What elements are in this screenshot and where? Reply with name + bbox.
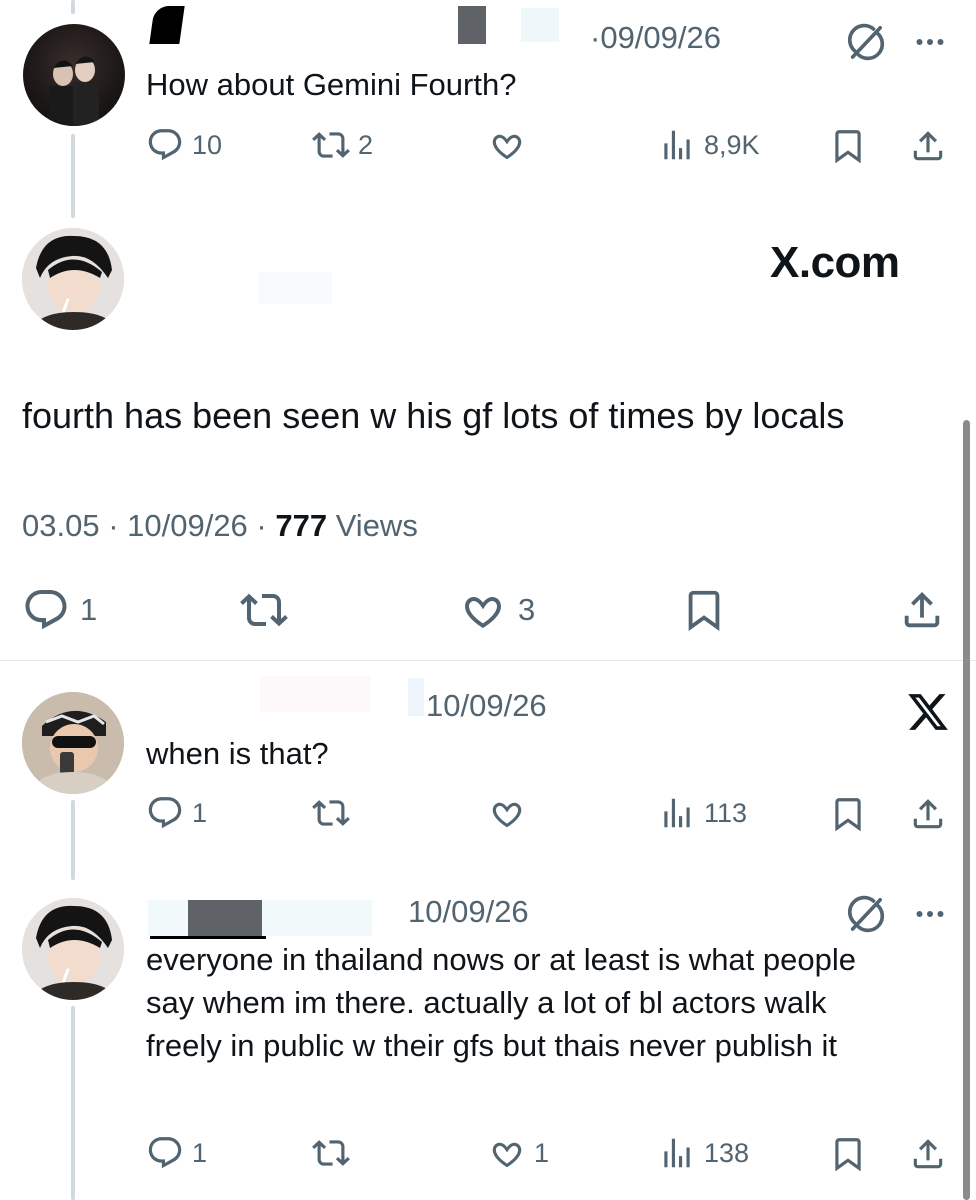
heart-icon [488, 1134, 526, 1172]
reply-icon [146, 126, 184, 164]
redacted-name-block [149, 6, 185, 44]
avatar[interactable] [23, 24, 125, 126]
retweet-button[interactable]: 2 [312, 126, 373, 164]
share-icon [909, 127, 947, 165]
reply-count: 10 [192, 129, 223, 160]
tweet-date[interactable]: 10/09/26 [426, 688, 547, 724]
retweet-button[interactable] [312, 794, 358, 832]
scrollbar[interactable] [963, 420, 970, 1200]
reply-button[interactable]: 1 [22, 586, 97, 634]
avatar[interactable] [22, 692, 124, 794]
grok-icon[interactable] [842, 890, 890, 938]
retweet-icon [312, 126, 350, 164]
heart-icon [488, 126, 526, 164]
retweet-icon [312, 1134, 350, 1172]
share-button[interactable] [906, 1132, 950, 1176]
views-button[interactable]: 113 [658, 794, 747, 832]
reply-count: 1 [80, 592, 98, 627]
redacted-faint-block [262, 900, 372, 936]
share-icon [909, 1135, 947, 1173]
redacted-name-block [258, 272, 332, 304]
retweet-button[interactable] [240, 586, 296, 634]
share-button[interactable] [906, 124, 950, 168]
avatar[interactable] [22, 228, 124, 330]
heart-icon [488, 794, 526, 832]
views-button[interactable]: 8,9K [658, 126, 760, 164]
more-icon[interactable] [908, 892, 952, 936]
views-count: 138 [704, 1137, 750, 1168]
grok-icon[interactable] [842, 18, 890, 66]
bookmark-icon [829, 1135, 867, 1173]
reply-button[interactable]: 1 [146, 1134, 207, 1172]
share-button[interactable] [896, 584, 948, 636]
reply-icon [146, 1134, 184, 1172]
divider [0, 660, 976, 661]
thread-line-top [71, 0, 75, 14]
tweet-date[interactable]: 10/09/26 [408, 894, 529, 930]
redacted-name-block [260, 676, 370, 712]
share-icon [899, 587, 945, 633]
tweet-meta: 03.05 · 10/09/26 · 777 Views [22, 508, 418, 544]
bookmark-button[interactable] [826, 1132, 870, 1176]
redacted-name-block [148, 900, 188, 936]
views-icon [658, 1134, 696, 1172]
redacted-handle-block [458, 6, 486, 44]
tweet-date[interactable]: ·09/09/26 [590, 20, 721, 56]
views-icon [658, 126, 696, 164]
retweet-count: 2 [358, 129, 374, 160]
tweet-text: fourth has been seen w his gf lots of ti… [22, 395, 845, 436]
reply-button[interactable]: 1 [146, 794, 207, 832]
retweet-button[interactable] [312, 1134, 358, 1172]
like-count: 1 [534, 1137, 550, 1168]
share-icon [909, 795, 947, 833]
tweet-text: everyone in thailand nows or at least is… [146, 942, 856, 1063]
bookmark-button[interactable] [826, 124, 870, 168]
reply-count: 1 [192, 797, 208, 828]
tweet-text: How about Gemini Fourth? [146, 67, 517, 102]
bookmark-icon [829, 127, 867, 165]
reply-button[interactable]: 10 [146, 126, 222, 164]
redacted-faint-block [521, 8, 559, 42]
retweet-icon [312, 794, 350, 832]
views-count: 113 [704, 797, 748, 828]
bookmark-button[interactable] [678, 584, 730, 636]
reply-icon [146, 794, 184, 832]
like-count: 3 [518, 592, 536, 627]
bookmark-button[interactable] [826, 792, 870, 836]
redacted-handle-block [188, 900, 262, 936]
like-button[interactable]: 3 [458, 586, 535, 634]
tweet-timestamp[interactable]: 03.05 · 10/09/26 · [22, 508, 275, 543]
thread-line-1 [71, 134, 75, 218]
share-button[interactable] [906, 792, 950, 836]
views-count: 8,9K [704, 129, 760, 160]
thread-line-3 [71, 800, 75, 880]
views-icon [658, 794, 696, 832]
watermark-x-com: X.com [770, 238, 900, 287]
reply-icon [22, 586, 70, 634]
like-button[interactable] [488, 794, 534, 832]
views-count: 777 [275, 508, 328, 543]
views-label: Views [327, 508, 418, 543]
more-icon[interactable] [908, 20, 952, 64]
like-button[interactable] [488, 126, 534, 164]
reply-count: 1 [192, 1137, 208, 1168]
heart-icon [458, 586, 508, 634]
bookmark-icon [829, 795, 867, 833]
views-button[interactable]: 138 [658, 1134, 749, 1172]
avatar[interactable] [22, 898, 124, 1000]
like-button[interactable]: 1 [488, 1134, 549, 1172]
x-logo-icon [904, 688, 952, 736]
retweet-icon [240, 586, 288, 634]
tweet-text: when is that? [146, 736, 329, 771]
thread-line-4 [71, 1006, 75, 1200]
redacted-handle-block [408, 678, 424, 716]
bookmark-icon [681, 587, 727, 633]
